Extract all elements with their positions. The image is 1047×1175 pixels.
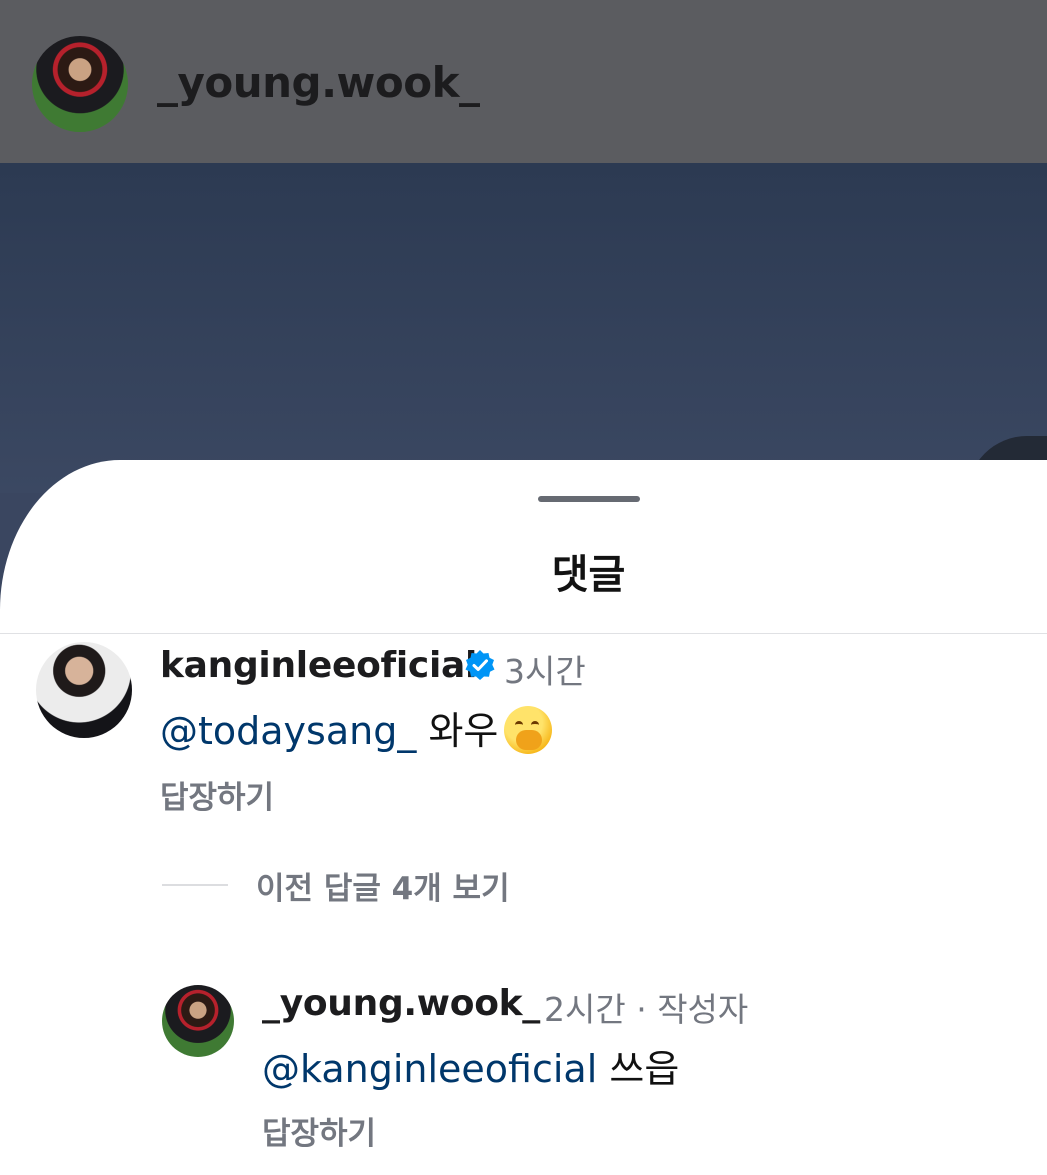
reply-reply-button[interactable]: 답장하기 — [262, 1108, 376, 1153]
header-username[interactable]: _young.wook_ — [157, 58, 480, 107]
reply-avatar[interactable] — [162, 985, 234, 1057]
sheet-grabber-handle[interactable] — [538, 496, 640, 502]
reply-button[interactable]: 답장하기 — [160, 772, 274, 817]
author-tag: · 작성자 — [636, 990, 749, 1029]
verified-badge-icon — [465, 650, 495, 680]
reply-text: 쓰읍 — [609, 1047, 680, 1091]
reply-time: 2시간 — [544, 990, 626, 1029]
reply-body: @kanginleeoficial 쓰읍 — [262, 1038, 679, 1093]
reply-meta: 2시간 · 작성자 — [544, 983, 748, 1031]
sheet-title: 댓글 — [551, 552, 626, 598]
post-image-background — [0, 163, 1047, 493]
reply-username[interactable]: _young.wook_ — [262, 983, 540, 1024]
commenter-avatar[interactable] — [36, 642, 132, 738]
comment-time: 3시간 — [504, 652, 586, 691]
comment-body: @todaysang_ 와우 — [160, 700, 553, 755]
thread-line — [162, 884, 228, 886]
comment-mention[interactable]: @todaysang_ — [160, 709, 416, 753]
divider — [0, 633, 1047, 634]
comments-sheet: 댓글 kanginleeoficial 3시간 @todaysang_ 와우 답… — [0, 460, 1047, 1175]
comment-text: 와우 — [428, 709, 499, 753]
profile-avatar[interactable] — [32, 36, 128, 132]
comment-username[interactable]: kanginleeoficial — [160, 645, 477, 686]
face-with-hand-over-mouth-icon — [504, 706, 553, 754]
top-header: _young.wook_ — [0, 0, 1047, 163]
view-previous-replies-button[interactable]: 이전 답글 4개 보기 — [256, 863, 510, 908]
reply-mention[interactable]: @kanginleeoficial — [262, 1047, 597, 1091]
